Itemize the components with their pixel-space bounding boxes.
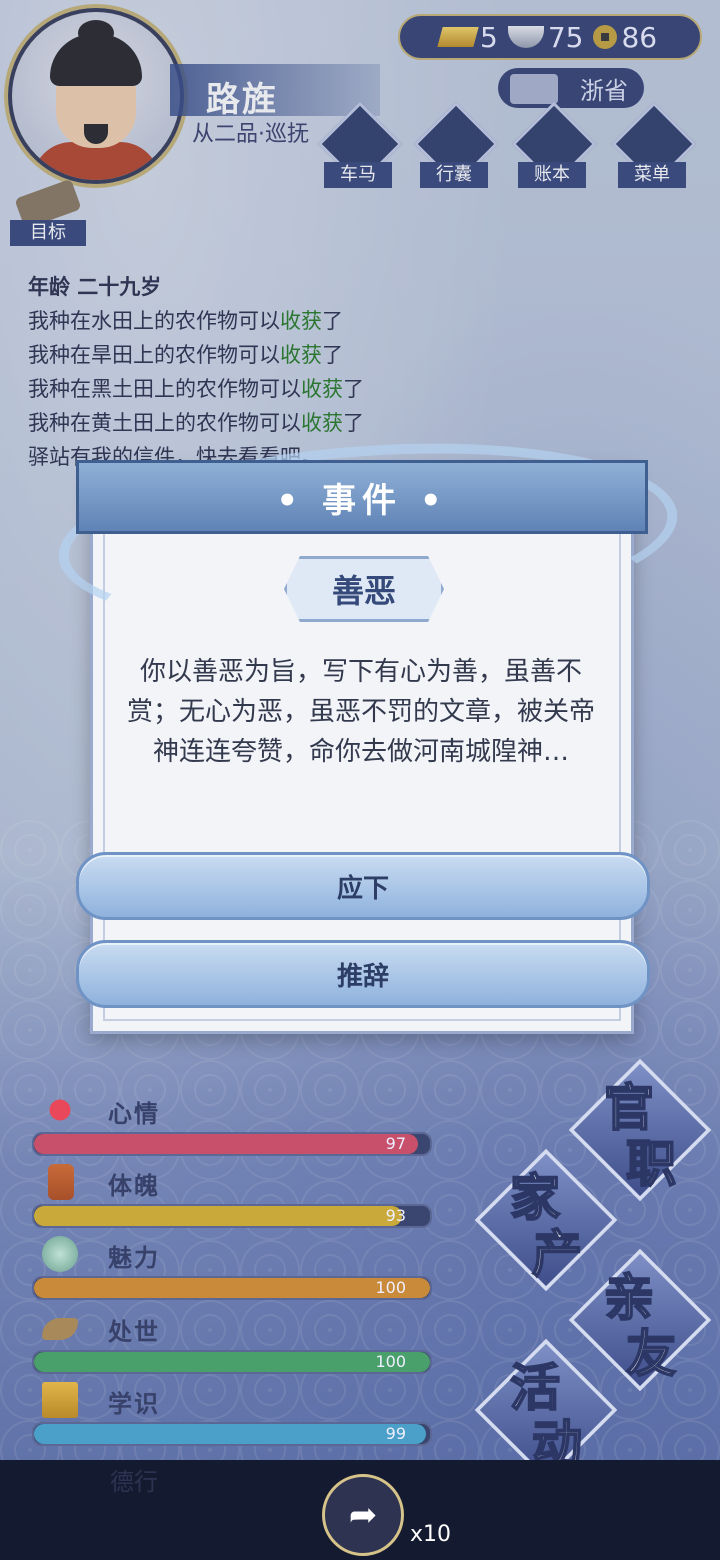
stat-value: 93 — [385, 1206, 406, 1225]
stat-bar — [32, 1276, 432, 1300]
stat-value: 100 — [375, 1352, 406, 1371]
official-label-2: 职 — [625, 1134, 677, 1194]
friends-label-2: 友 — [625, 1324, 677, 1384]
dialog-header: • 事件 • — [76, 460, 648, 534]
stat-name: 学识 — [108, 1390, 160, 1418]
activity-button[interactable]: 活 动 — [474, 1338, 618, 1482]
stat-fill — [34, 1278, 430, 1298]
stat-name: 魅力 — [108, 1244, 160, 1272]
stat-name: 体魄 — [108, 1172, 160, 1200]
stat-virtue-label: 德行 — [110, 1468, 158, 1496]
stat-fill — [34, 1424, 427, 1444]
stat-value: 97 — [385, 1134, 406, 1153]
accept-button[interactable]: 应下 — [76, 852, 650, 920]
stat-fill — [34, 1206, 403, 1226]
flower-icon — [42, 1092, 78, 1128]
stat-value: 99 — [385, 1424, 406, 1443]
share-icon: ➦ — [348, 1495, 378, 1535]
event-description: 你以善恶为旨，写下有心为善，虽善不赏；无心为恶，虽恶不罚的文章，被关帝神连连夸赞… — [126, 657, 595, 767]
stat-bar — [32, 1350, 432, 1374]
stat-fill — [34, 1134, 419, 1154]
stat-name: 处世 — [108, 1318, 160, 1346]
charm-icon — [42, 1236, 78, 1272]
stat-bar — [32, 1422, 432, 1446]
body-icon — [48, 1164, 74, 1200]
stat-bar — [32, 1132, 432, 1156]
stat-bar — [32, 1204, 432, 1228]
multiplier-label: x10 — [410, 1522, 452, 1547]
stat-name: 心情 — [108, 1100, 160, 1128]
stat-fill — [34, 1352, 430, 1372]
share-button[interactable]: ➦ — [322, 1474, 404, 1556]
knowledge-icon — [42, 1382, 78, 1418]
stat-value: 100 — [375, 1278, 406, 1297]
event-title: 善恶 — [284, 556, 444, 622]
decline-button[interactable]: 推辞 — [76, 940, 650, 1008]
